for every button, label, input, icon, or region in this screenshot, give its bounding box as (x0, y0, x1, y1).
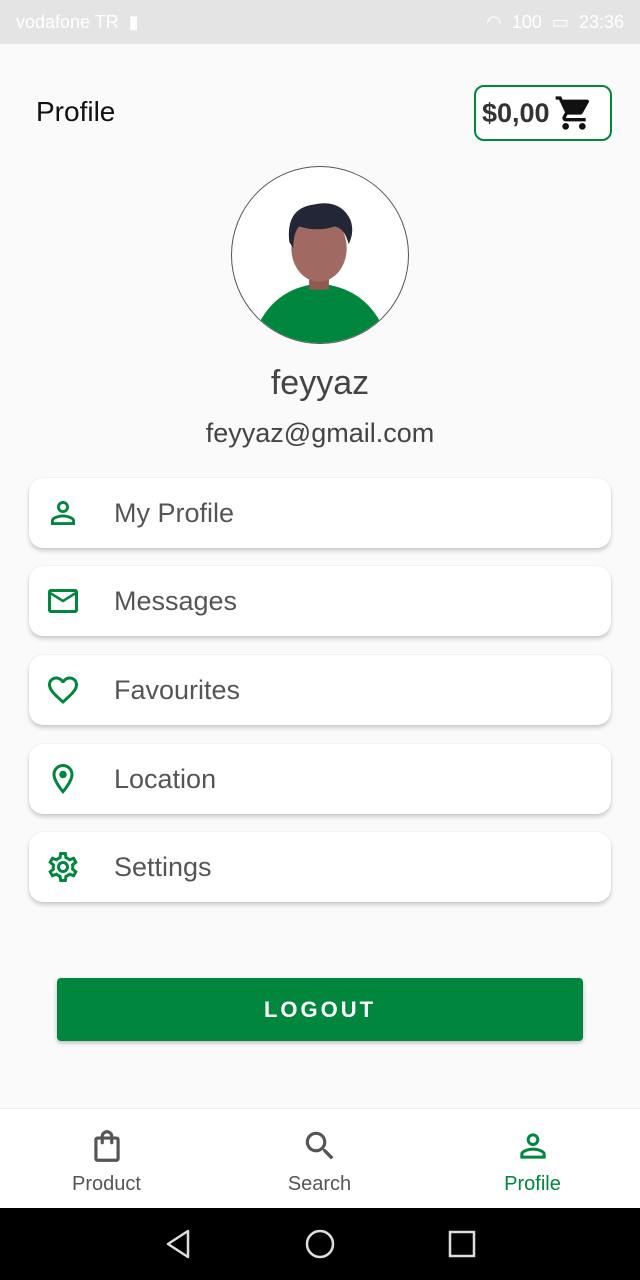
profile-name: feyyaz (270, 364, 370, 402)
menu-item-my-profile[interactable]: My Profile (29, 478, 611, 548)
carrier-label: vodafone TR (16, 11, 119, 32)
nav-item-product[interactable]: Product (0, 1109, 213, 1209)
cart-button[interactable]: $0,00 (474, 85, 612, 141)
logout-button[interactable]: LOGOUT (57, 978, 583, 1041)
menu-item-favourites[interactable]: Favourites (29, 655, 611, 725)
status-bar: vodafone TR ▮ ◠ 100 ▭ 23:36 (0, 0, 640, 44)
nav-label: Profile (504, 1173, 561, 1195)
nav-label: Product (72, 1173, 141, 1195)
heart-icon (48, 676, 78, 705)
gear-icon (48, 851, 78, 882)
battery-icon: ▭ (551, 11, 569, 32)
menu-item-location[interactable]: Location (29, 744, 611, 814)
wifi-icon: ◠ (486, 11, 502, 32)
menu-item-label: Messages (114, 586, 238, 616)
menu-item-messages[interactable]: Messages (29, 566, 611, 636)
bottom-nav: Product Search Profile (0, 1108, 640, 1209)
menu-item-settings[interactable]: Settings (29, 832, 611, 902)
app-bar: Profile $0,00 (0, 80, 640, 146)
menu-item-label: Settings (114, 852, 212, 882)
nav-item-search[interactable]: Search (213, 1109, 426, 1209)
system-nav-bar (0, 1208, 640, 1280)
cart-amount: $0,00 (482, 97, 550, 128)
mail-icon (48, 589, 78, 613)
menu-item-label: Favourites (114, 675, 241, 705)
home-icon[interactable] (302, 1226, 338, 1262)
avatar-illustration (253, 203, 387, 343)
person-icon (51, 501, 75, 525)
nav-item-profile[interactable]: Profile (426, 1109, 639, 1209)
location-pin-icon (52, 764, 74, 794)
signal-icon: ▮ (128, 11, 139, 32)
nav-label: Search (287, 1173, 352, 1195)
shopping-cart-icon (555, 96, 589, 130)
page-title: Profile (36, 96, 116, 127)
shopping-bag-icon (94, 1130, 120, 1162)
avatar (231, 166, 409, 344)
battery-level: 100 (511, 11, 542, 32)
back-icon[interactable] (160, 1226, 196, 1262)
menu-item-label: Location (114, 764, 217, 794)
person-icon (520, 1133, 546, 1159)
recents-icon[interactable] (444, 1226, 480, 1262)
profile-email: feyyaz@gmail.com (205, 418, 435, 448)
clock: 23:36 (578, 11, 624, 32)
search-icon (305, 1131, 334, 1160)
menu-item-label: My Profile (114, 498, 235, 528)
